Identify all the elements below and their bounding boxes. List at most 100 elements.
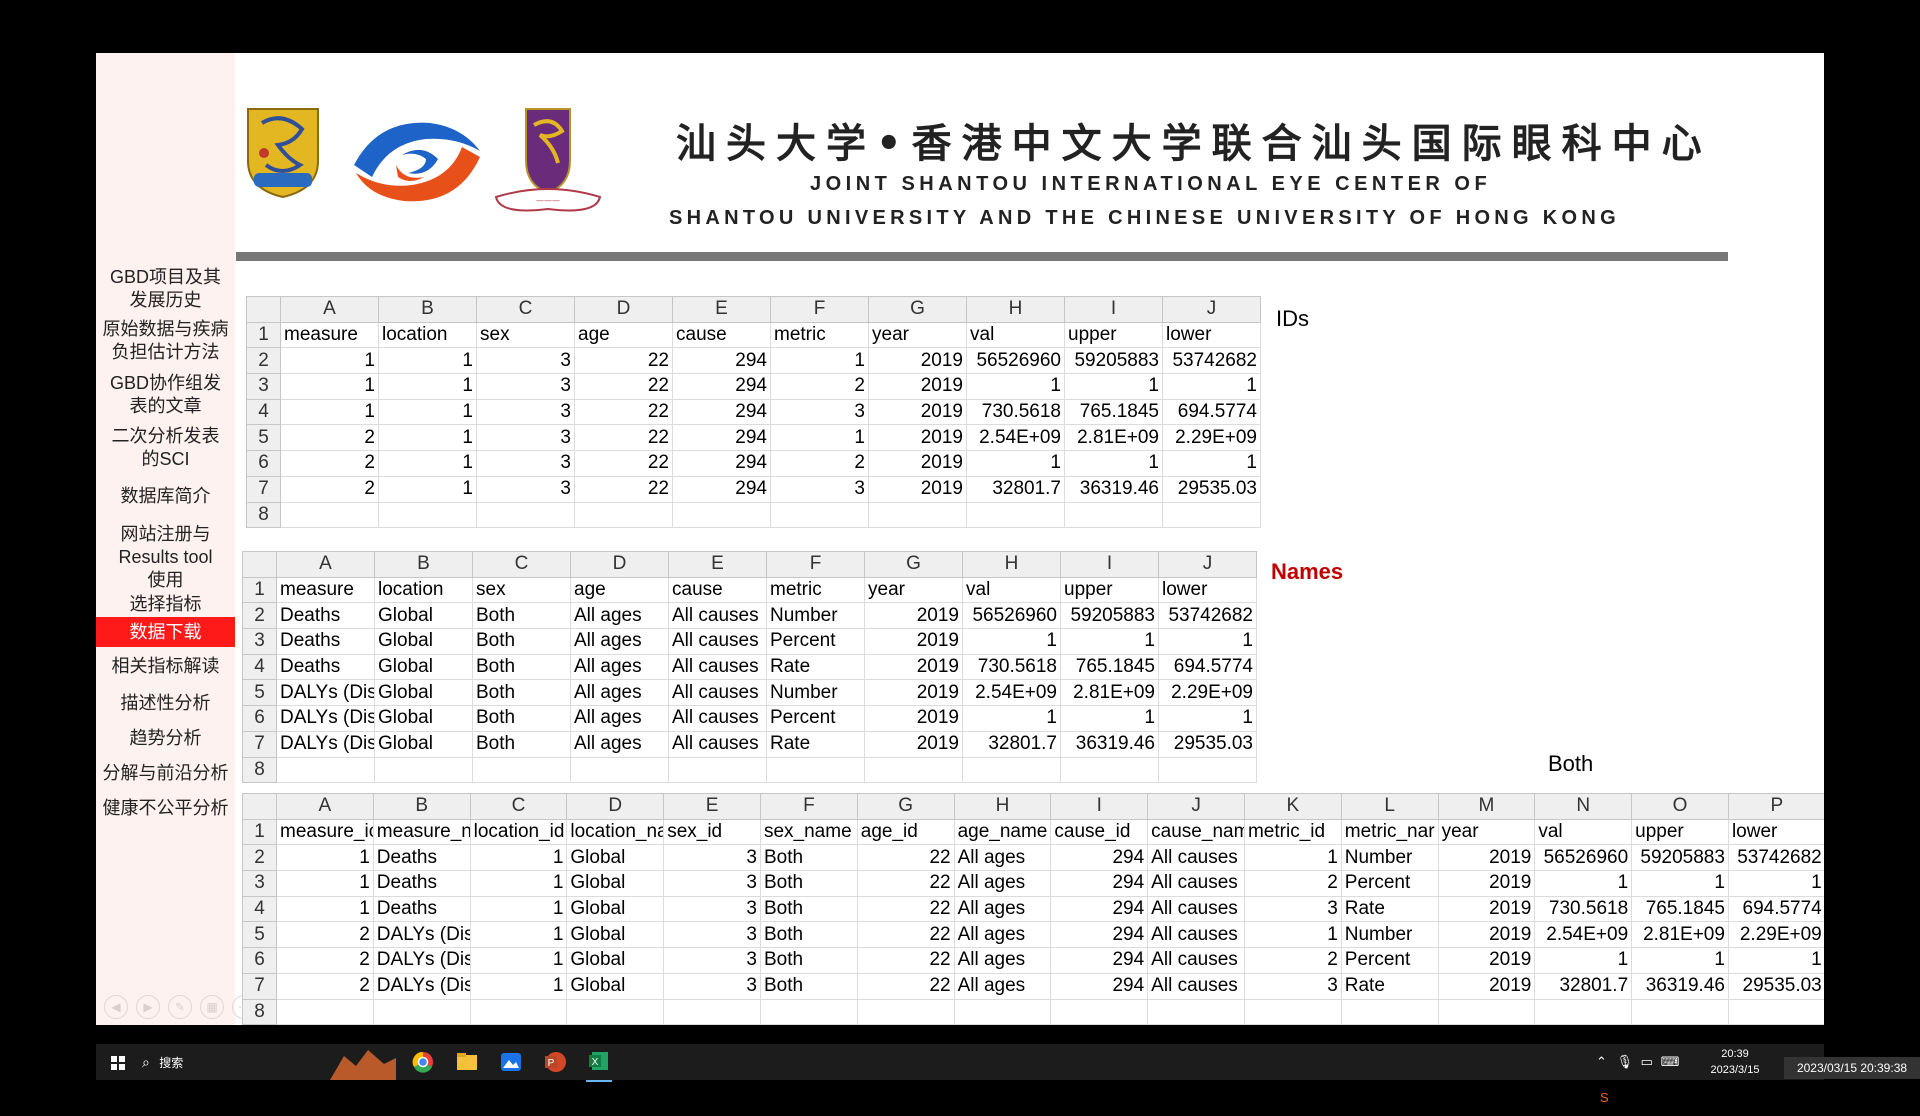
taskbar-search[interactable]: ⌕ 搜索	[142, 1044, 282, 1080]
table-cell[interactable]: All causes	[668, 679, 767, 707]
table-cell[interactable]: 1	[280, 398, 379, 426]
slides-grid-icon[interactable]: ▦	[200, 995, 224, 1019]
table-cell[interactable]: All ages	[570, 602, 669, 630]
column-header[interactable]: I	[1060, 551, 1159, 578]
table-cell[interactable]: 2019	[1437, 844, 1536, 872]
row-header[interactable]: 6	[246, 450, 281, 477]
table-cell[interactable]: DALYs (Dis	[372, 921, 471, 949]
table-cell[interactable]: Rate	[1340, 972, 1439, 1000]
table-cell[interactable]: 56526960	[966, 347, 1065, 375]
row-header[interactable]: 4	[242, 653, 277, 681]
table-cell[interactable]: 2019	[868, 450, 967, 477]
table-cell[interactable]: 2	[276, 947, 374, 974]
table-cell[interactable]: Deaths	[372, 895, 471, 923]
table-cell[interactable]: Both	[759, 947, 858, 974]
table-cell[interactable]: 2.29E+09	[1162, 424, 1261, 452]
table-cell[interactable]: 2	[280, 475, 379, 503]
table-cell[interactable]: All causes	[668, 628, 767, 655]
sidebar-item[interactable]: 网站注册与 Results tool 使用	[96, 523, 235, 592]
table-cell[interactable]: 3	[476, 398, 575, 426]
pen-icon[interactable]: ✎	[168, 995, 192, 1019]
column-header[interactable]: G	[868, 296, 967, 323]
table-cell[interactable]: Deaths	[372, 870, 471, 897]
table-cell[interactable]: lower	[1727, 818, 1824, 846]
table-cell[interactable]: 22	[856, 895, 955, 923]
table-cell[interactable]: All ages	[570, 705, 669, 732]
table-cell[interactable]: Global	[374, 653, 473, 681]
table-cell[interactable]: 22	[574, 475, 673, 503]
table-cell[interactable]: All ages	[953, 895, 1052, 923]
table-cell[interactable]: 2019	[868, 424, 967, 452]
table-cell[interactable]: 29535.03	[1158, 730, 1257, 758]
table-cell[interactable]: 1	[469, 870, 568, 897]
table-cell[interactable]	[566, 998, 665, 1025]
table-cell[interactable]: 1	[378, 475, 477, 503]
table-cell[interactable]: 32801.7	[962, 730, 1061, 758]
row-header[interactable]: 2	[242, 602, 277, 630]
table-cell[interactable]: 2019	[868, 475, 967, 503]
table-cell[interactable]: Both	[472, 602, 571, 630]
column-header[interactable]: C	[472, 551, 571, 578]
table-cell[interactable]: All causes	[1147, 972, 1245, 1000]
clock[interactable]: 20:39 2023/3/15	[1700, 1044, 1770, 1082]
table-cell[interactable]	[1727, 998, 1824, 1025]
table-cell[interactable]: val	[1534, 818, 1633, 846]
system-tray[interactable]: ⌃ 🎙 ▭ ⌨ S	[1596, 1044, 1686, 1105]
table-cell[interactable]: 1	[469, 972, 568, 1000]
table-cell[interactable]: 59205883	[1064, 347, 1163, 375]
row-header[interactable]: 7	[246, 475, 281, 503]
table-cell[interactable]: 1	[469, 947, 568, 974]
table-cell[interactable]: Both	[759, 921, 858, 949]
table-cell[interactable]: 1	[1060, 628, 1159, 655]
table-cell[interactable]	[1534, 998, 1633, 1025]
table-cell[interactable]	[280, 501, 379, 529]
sidebar-item[interactable]: 相关指标解读	[96, 655, 235, 678]
table-cell[interactable]	[570, 756, 669, 784]
sidebar-item[interactable]: 选择指标	[96, 593, 235, 616]
row-header[interactable]: 2	[242, 844, 277, 872]
table-cell[interactable]: 2019	[1437, 947, 1536, 974]
table-cell[interactable]: 694.5774	[1158, 653, 1257, 681]
table-cell[interactable]: Rate	[766, 653, 865, 681]
table-cell[interactable]: 2019	[864, 602, 963, 630]
column-header[interactable]: G	[864, 551, 963, 578]
table-cell[interactable]	[663, 998, 761, 1025]
row-header[interactable]: 7	[242, 730, 277, 758]
table-cell[interactable]: 2019	[864, 705, 963, 732]
row-header[interactable]: 3	[242, 870, 277, 897]
row-header[interactable]: 4	[246, 398, 281, 426]
table-cell[interactable]: 1	[469, 895, 568, 923]
table-cell[interactable]: 1	[280, 347, 379, 375]
table-cell[interactable]: year	[868, 321, 967, 349]
table-cell[interactable]: 1	[276, 870, 374, 897]
column-header[interactable]: C	[469, 793, 568, 820]
chrome-icon[interactable]	[410, 1044, 436, 1080]
table-cell[interactable]: Deaths	[276, 653, 375, 681]
table-cell[interactable]: 730.5618	[1534, 895, 1633, 923]
row-header[interactable]: 6	[242, 705, 277, 732]
table-cell[interactable]	[472, 756, 571, 784]
table-cell[interactable]: 1	[770, 424, 869, 452]
table-cell[interactable]	[962, 756, 1061, 784]
table-cell[interactable]: Number	[1340, 844, 1439, 872]
table-cell[interactable]: location_na	[566, 818, 665, 846]
table-cell[interactable]: year	[864, 576, 963, 604]
select-all-corner[interactable]	[242, 551, 277, 578]
table-cell[interactable]: age	[570, 576, 669, 604]
table-cell[interactable]: 22	[856, 947, 955, 974]
table-cell[interactable]: Percent	[766, 628, 865, 655]
table-cell[interactable]: 1	[469, 921, 568, 949]
column-header[interactable]: H	[966, 296, 1065, 323]
table-cell[interactable]: Global	[566, 870, 665, 897]
table-cell[interactable]: 294	[1050, 947, 1149, 974]
table-cell[interactable]: 765.1845	[1060, 653, 1159, 681]
table-cell[interactable]: Percent	[1340, 870, 1439, 897]
column-header[interactable]: D	[566, 793, 665, 820]
table-cell[interactable]: 29535.03	[1162, 475, 1261, 503]
table-cell[interactable]: 59205883	[1631, 844, 1729, 872]
table-cell[interactable]: 22	[856, 870, 955, 897]
row-header[interactable]: 8	[246, 501, 281, 529]
table-cell[interactable]: 36319.46	[1064, 475, 1163, 503]
column-header[interactable]: J	[1162, 296, 1261, 323]
table-cell[interactable]	[372, 998, 471, 1025]
